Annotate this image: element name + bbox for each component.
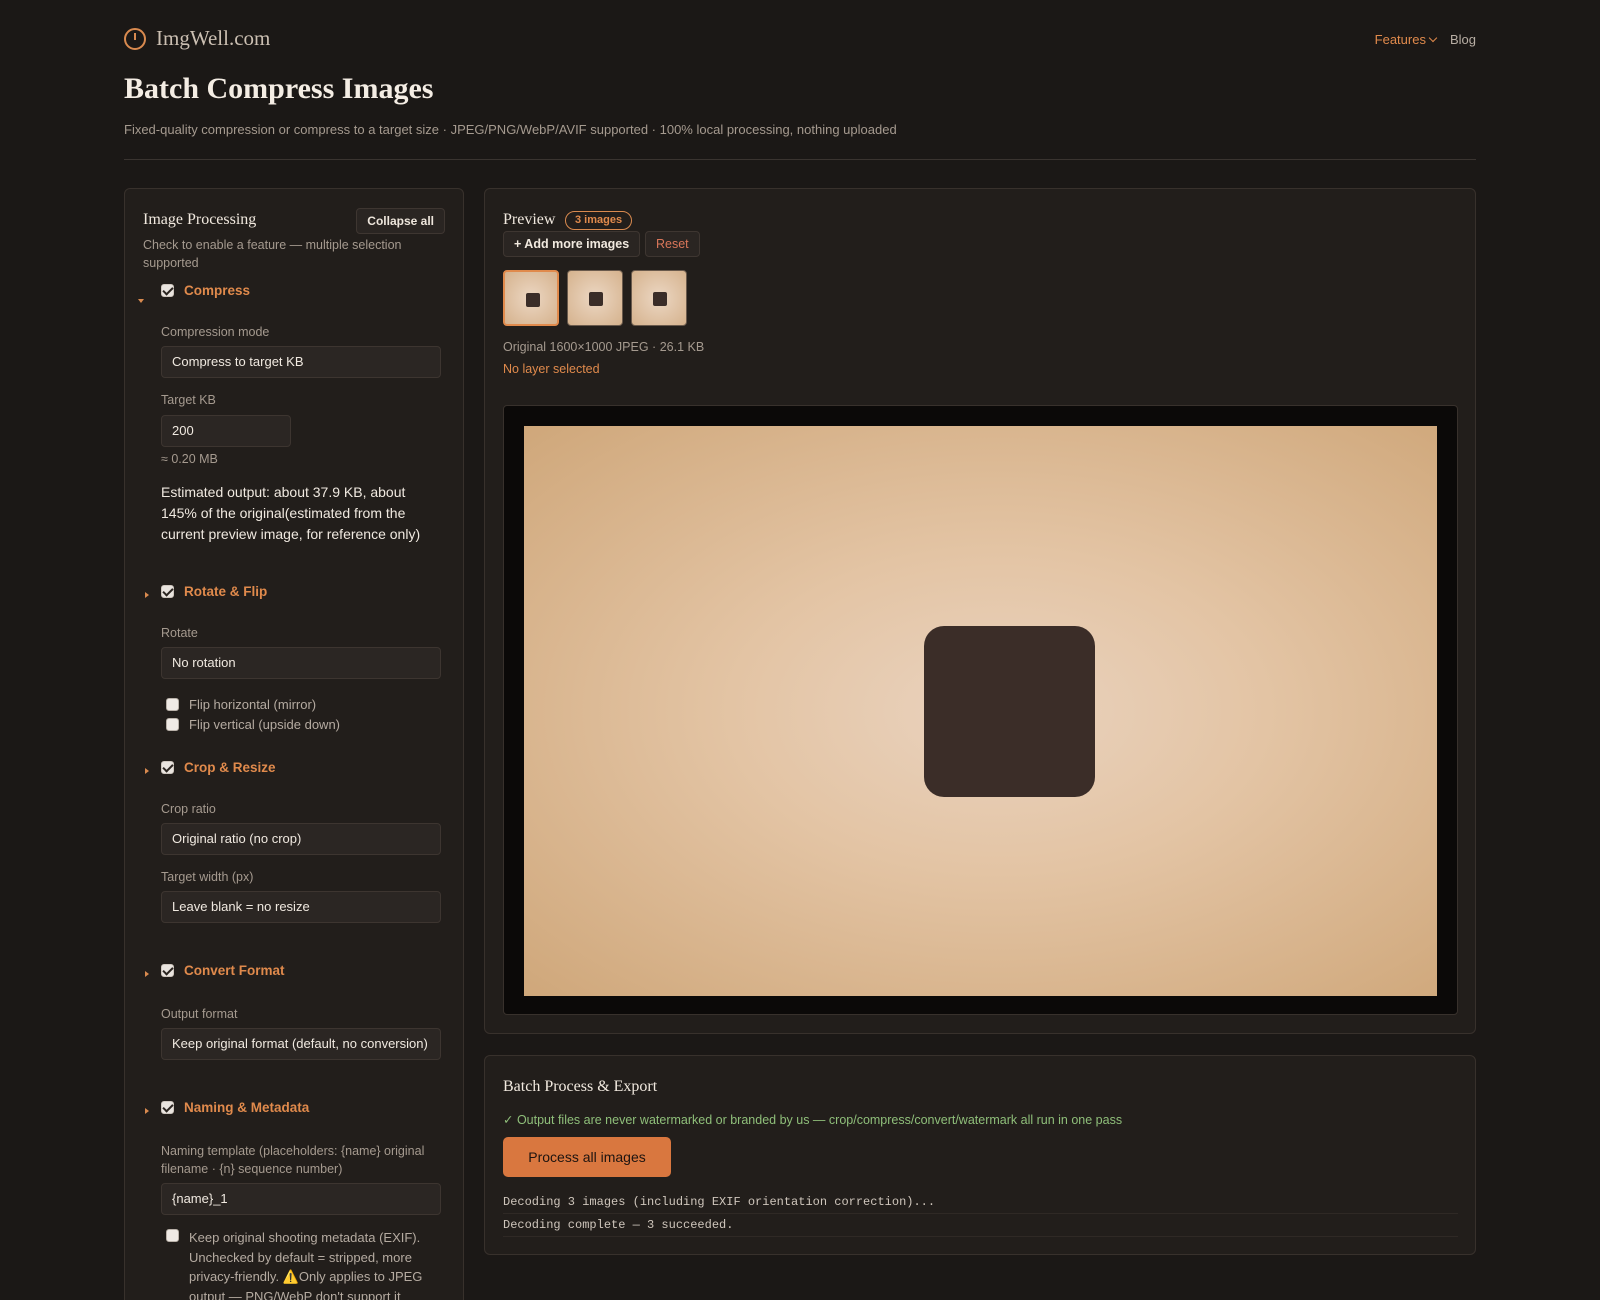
compression-mode-select[interactable]: Compress to target KB — [161, 346, 441, 378]
rotate-label: Rotate — [161, 626, 198, 640]
rotate-section-label[interactable]: Rotate & Flip — [184, 584, 267, 599]
clock-logo-icon — [124, 27, 146, 50]
flip-vertical-checkbox[interactable] — [166, 718, 179, 731]
thumbnail[interactable] — [631, 270, 687, 326]
panel-title: Image Processing — [143, 211, 257, 228]
image-processing-panel: Image Processing Collapse all Check to e… — [124, 188, 464, 1300]
preview-title: Preview — [503, 211, 556, 228]
main-nav: Features Blog — [1375, 32, 1476, 47]
compress-checkbox[interactable] — [161, 284, 174, 297]
log-line: Decoding 3 images (including EXIF orient… — [503, 1191, 1458, 1214]
compress-expand-toggle[interactable] — [138, 299, 144, 303]
nav-features-label: Features — [1374, 32, 1426, 47]
convert-expand-toggle[interactable] — [145, 971, 149, 977]
brand[interactable]: ImgWell.com — [124, 26, 270, 51]
preview-image-shape — [924, 626, 1095, 797]
estimated-output: Estimated output: about 37.9 KB, about 1… — [161, 484, 421, 542]
rotate-checkbox[interactable] — [161, 585, 174, 598]
rotate-select[interactable]: No rotation — [161, 647, 441, 679]
keep-exif-label: Keep original shooting metadata (EXIF). … — [189, 1230, 423, 1300]
original-image-info: Original 1600×1000 JPEG · 26.1 KB — [503, 340, 705, 354]
thumbnail[interactable] — [503, 270, 559, 326]
preview-panel: Preview 3 images + Add more images Reset… — [484, 188, 1476, 1034]
compress-section-label[interactable]: Compress — [184, 283, 250, 298]
rotate-expand-toggle[interactable] — [145, 592, 149, 598]
process-all-button[interactable]: Process all images — [503, 1137, 671, 1177]
convert-section-label[interactable]: Convert Format — [184, 963, 285, 978]
collapse-all-button[interactable]: Collapse all — [356, 208, 445, 234]
naming-template-input[interactable]: {name}_1 — [161, 1183, 441, 1215]
log-line: Decoding complete — 3 succeeded. — [503, 1214, 1458, 1237]
panel-hint: Check to enable a feature — multiple sel… — [143, 238, 402, 270]
crop-ratio-label: Crop ratio — [161, 802, 216, 816]
target-kb-input[interactable]: 200 — [161, 415, 291, 447]
batch-export-panel: Batch Process & Export ✓ Output files ar… — [484, 1055, 1476, 1255]
page-title: Batch Compress Images — [124, 72, 434, 105]
nav-features[interactable]: Features — [1374, 32, 1438, 47]
image-count-badge: 3 images — [565, 211, 633, 230]
no-watermark-note: ✓ Output files are never watermarked or … — [503, 1113, 1123, 1127]
chevron-down-icon — [1428, 33, 1438, 42]
page-subtitle: Fixed-quality compression or compress to… — [124, 122, 897, 137]
compression-mode-label: Compression mode — [161, 325, 270, 339]
crop-ratio-select[interactable]: Original ratio (no crop) — [161, 823, 441, 855]
top-bar: ImgWell.com Features Blog — [124, 26, 1476, 56]
reset-button[interactable]: Reset — [645, 231, 700, 257]
flip-horizontal-checkbox[interactable] — [166, 698, 179, 711]
convert-checkbox[interactable] — [161, 964, 174, 977]
thumbnail-strip — [503, 270, 687, 326]
thumbnail[interactable] — [567, 270, 623, 326]
keep-exif-checkbox[interactable] — [166, 1229, 179, 1242]
crop-checkbox[interactable] — [161, 761, 174, 774]
naming-template-label: Naming template (placeholders: {name} or… — [161, 1144, 425, 1176]
output-format-label: Output format — [161, 1007, 238, 1021]
preview-image — [524, 426, 1437, 996]
output-format-select[interactable]: Keep original format (default, no conver… — [161, 1028, 441, 1060]
preview-canvas[interactable] — [503, 405, 1458, 1015]
naming-section-label[interactable]: Naming & Metadata — [184, 1100, 309, 1115]
target-mb-note: ≈ 0.20 MB — [161, 452, 218, 466]
target-width-label: Target width (px) — [161, 870, 254, 884]
flip-horizontal-label: Flip horizontal (mirror) — [189, 697, 317, 712]
crop-section-label[interactable]: Crop & Resize — [184, 760, 276, 775]
naming-expand-toggle[interactable] — [145, 1108, 149, 1114]
crop-expand-toggle[interactable] — [145, 768, 149, 774]
nav-blog[interactable]: Blog — [1450, 32, 1476, 47]
target-kb-label: Target KB — [161, 393, 216, 407]
brand-name: ImgWell.com — [156, 26, 271, 50]
header-divider — [124, 159, 1476, 160]
target-width-input[interactable]: Leave blank = no resize — [161, 891, 441, 923]
batch-title: Batch Process & Export — [503, 1078, 658, 1095]
layer-status: No layer selected — [503, 362, 600, 376]
naming-checkbox[interactable] — [161, 1101, 174, 1114]
add-more-images-button[interactable]: + Add more images — [503, 231, 641, 257]
flip-vertical-label: Flip vertical (upside down) — [189, 717, 341, 732]
